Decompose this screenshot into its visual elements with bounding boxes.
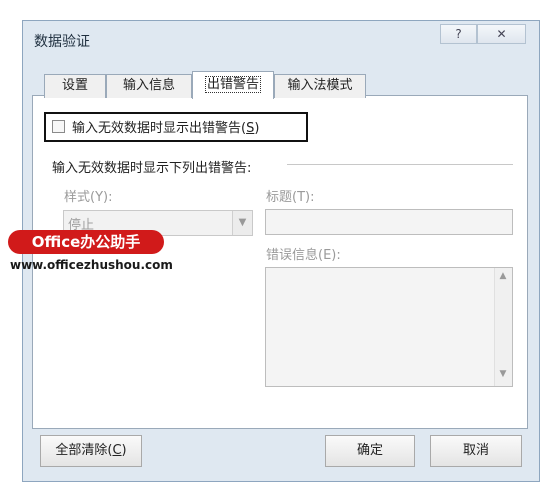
section-label: 输入无效数据时显示下列出错警告: — [52, 161, 252, 176]
chevron-down-icon[interactable]: ▼ — [232, 211, 252, 235]
tab-settings[interactable]: 设置 — [44, 74, 106, 98]
ok-button[interactable]: 确定 — [325, 435, 415, 467]
close-icon: ✕ — [496, 27, 507, 41]
tab-input-message[interactable]: 输入信息 — [106, 74, 192, 98]
error-message-textarea[interactable] — [265, 267, 513, 387]
cancel-button[interactable]: 取消 — [430, 435, 522, 467]
dialog-title: 数据验证 — [34, 34, 90, 50]
help-button[interactable]: ? — [440, 24, 477, 44]
tab-error-alert[interactable]: 出错警告 — [192, 71, 274, 99]
show-error-alert-label[interactable]: 输入无效数据时显示出错警告(S) — [72, 117, 259, 136]
title-label: 标题(T): — [266, 190, 315, 205]
show-error-alert-checkbox[interactable] — [52, 120, 65, 133]
error-message-label: 错误信息(E): — [266, 248, 341, 263]
style-label: 样式(Y): — [64, 190, 113, 205]
section-divider — [287, 164, 513, 165]
watermark-url: www.officezhushou.com — [10, 258, 173, 272]
help-icon: ? — [455, 27, 462, 41]
scroll-down-icon[interactable]: ▼ — [494, 369, 512, 379]
scroll-up-icon[interactable]: ▲ — [494, 271, 512, 281]
clear-all-button[interactable]: 全部清除(C) — [40, 435, 142, 467]
title-input[interactable] — [265, 209, 513, 235]
watermark-badge: Office办公助手 — [8, 230, 164, 254]
close-button[interactable]: ✕ — [477, 24, 526, 44]
tab-ime-mode[interactable]: 输入法模式 — [274, 74, 366, 98]
